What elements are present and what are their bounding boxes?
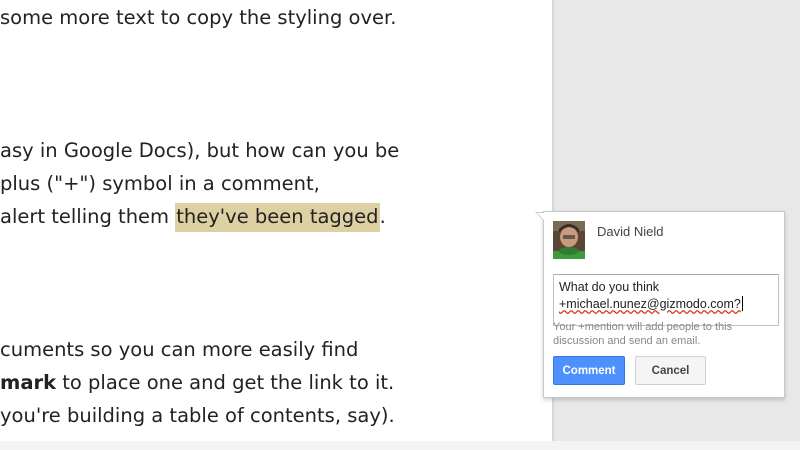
mention-hint-text: Your +mention will add people to this di… bbox=[553, 321, 733, 347]
comment-input-line: What do you think bbox=[559, 280, 660, 294]
cancel-button[interactable]: Cancel bbox=[635, 356, 706, 385]
user-avatar-icon bbox=[553, 221, 585, 259]
doc-text-line: mark to place one and get the link to it… bbox=[0, 370, 394, 396]
text-caret bbox=[741, 296, 743, 311]
mention-text: +michael.nunez@gizmodo.com? bbox=[559, 297, 741, 311]
comment-anchor-highlight[interactable]: they've been tagged bbox=[175, 203, 380, 232]
doc-text-line: asy in Google Docs), but how can you be bbox=[0, 139, 400, 162]
page-bottom-strip bbox=[0, 441, 800, 450]
doc-text-line: alert telling them they've been tagged. bbox=[0, 203, 386, 232]
comment-text-input[interactable]: What do you think +michael.nunez@gizmodo… bbox=[553, 274, 779, 326]
doc-text-line: some more text to copy the styling over. bbox=[0, 6, 397, 29]
comment-pointer bbox=[535, 212, 545, 221]
comment-button[interactable]: Comment bbox=[553, 356, 625, 385]
doc-text-line: cuments so you can more easily find bbox=[0, 338, 359, 361]
comment-author-name: David Nield bbox=[597, 224, 664, 239]
document-page[interactable]: some more text to copy the styling over.… bbox=[0, 0, 553, 441]
comment-card: David Nield What do you think +michael.n… bbox=[535, 211, 785, 398]
doc-text-span: . bbox=[379, 205, 386, 228]
comment-input-line: +michael.nunez@gizmodo.com? bbox=[559, 296, 773, 313]
doc-text-span: to place one and get the link to it. bbox=[56, 371, 395, 394]
doc-text-line: plus ("+") symbol in a comment, bbox=[0, 172, 320, 195]
doc-text-line: you're building a table of contents, say… bbox=[0, 404, 395, 427]
doc-text-span: alert telling them bbox=[0, 205, 176, 228]
doc-bold-text: mark bbox=[0, 371, 57, 394]
